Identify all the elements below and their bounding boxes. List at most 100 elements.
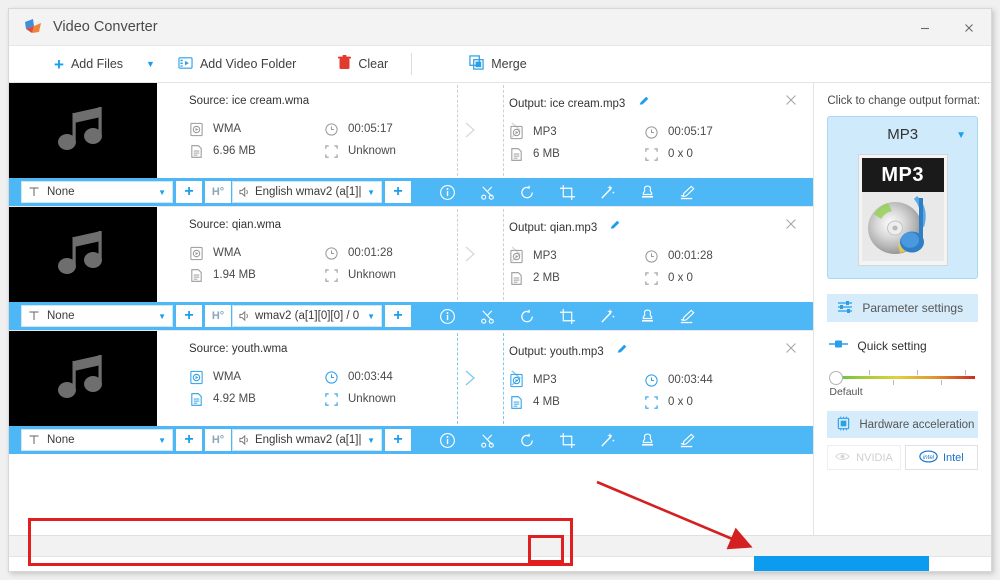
- format-thumbnail: MP3: [857, 154, 948, 266]
- hardsub-button[interactable]: H°: [205, 305, 231, 327]
- add-files-dropdown-caret[interactable]: ▼: [132, 46, 169, 82]
- cut-icon[interactable]: [467, 426, 507, 454]
- source-duration-cell: 00:03:44: [324, 370, 459, 385]
- add-audio-button[interactable]: +: [385, 181, 411, 203]
- quick-setting-row[interactable]: Quick setting: [829, 338, 991, 353]
- gpu-intel-label: Intel: [942, 451, 964, 464]
- source-meta: WMA 00:01:28 1.94 MB Unknown: [189, 242, 474, 286]
- chevron-down-icon[interactable]: ▼: [956, 130, 966, 141]
- edit-icon[interactable]: [667, 178, 707, 206]
- main-toolbar: + Add Files ▼ Add Video Folder Clear Mer…: [9, 46, 991, 83]
- audio-track-select[interactable]: English wmav2 (a[1]| ▼: [232, 181, 382, 203]
- effect-icon[interactable]: [587, 426, 627, 454]
- add-files-button[interactable]: + Add Files: [45, 46, 132, 82]
- output-folder-input[interactable]: C:\Users\Administrator\Desktop ▼: [125, 571, 557, 572]
- crop-icon[interactable]: [547, 302, 587, 330]
- source-format-cell: WMA: [189, 246, 324, 261]
- clear-button[interactable]: Clear: [329, 46, 397, 82]
- add-audio-button[interactable]: +: [385, 429, 411, 451]
- watermark-icon[interactable]: [627, 426, 667, 454]
- speaker-icon: [239, 434, 248, 446]
- hardsub-button[interactable]: H°: [205, 181, 231, 203]
- file-list: Source: ice cream.wma WMA 00:05:17 6.96 …: [9, 83, 814, 535]
- source-meta: WMA 00:03:44 4.92 MB Unknown: [189, 366, 474, 410]
- remove-file-button[interactable]: [783, 92, 799, 108]
- audio-track-value: wmav2 (a[1][0][0] / 0: [255, 310, 360, 322]
- output-size-cell: 2 MB: [509, 271, 644, 286]
- rotate-icon[interactable]: [507, 426, 547, 454]
- subtitle-icon: [29, 187, 39, 196]
- rotate-icon[interactable]: [507, 302, 547, 330]
- watermark-icon[interactable]: [627, 178, 667, 206]
- add-subtitle-button[interactable]: +: [176, 305, 202, 327]
- file-info: Source: youth.wma WMA 00:03:44 4.92 MB U…: [157, 331, 813, 426]
- folder-video-icon: [178, 56, 193, 73]
- main-content: Source: ice cream.wma WMA 00:05:17 6.96 …: [9, 83, 991, 535]
- intel-logo-icon: intel: [919, 449, 938, 466]
- cut-icon[interactable]: [467, 302, 507, 330]
- edit-icon[interactable]: [667, 302, 707, 330]
- source-size-cell: 1.94 MB: [189, 268, 324, 283]
- add-subtitle-button[interactable]: +: [176, 429, 202, 451]
- add-audio-button[interactable]: +: [385, 305, 411, 327]
- output-pane: Output: youth.mp3 MP3 00:03:44 4 MB 0 x …: [509, 331, 799, 426]
- subtitle-track-select[interactable]: None ▼: [21, 305, 173, 327]
- output-size: 6 MB: [533, 148, 560, 160]
- edit-icon[interactable]: [667, 426, 707, 454]
- remove-file-button[interactable]: [783, 216, 799, 232]
- file-row[interactable]: Source: qian.wma WMA 00:01:28 1.94 MB Un…: [9, 207, 814, 302]
- info-icon[interactable]: [427, 426, 467, 454]
- source-title: Source: ice cream.wma: [189, 95, 310, 107]
- close-button[interactable]: [947, 9, 991, 46]
- gpu-intel-option[interactable]: intel Intel: [904, 445, 979, 470]
- output-duration: 00:03:44: [668, 374, 713, 386]
- remove-file-button[interactable]: [783, 340, 799, 356]
- audio-track-select[interactable]: wmav2 (a[1][0][0] / 0 ▼: [232, 305, 382, 327]
- slider-handle[interactable]: [829, 371, 844, 385]
- output-title: Output: qian.mp3: [509, 222, 598, 234]
- rotate-icon[interactable]: [507, 178, 547, 206]
- subtitle-track-select[interactable]: None ▼: [21, 429, 173, 451]
- effect-icon[interactable]: [587, 302, 627, 330]
- output-resolution-cell: 0 x 0: [644, 395, 779, 410]
- rename-pencil-icon[interactable]: [616, 344, 628, 358]
- output-resolution-cell: 0 x 0: [644, 147, 779, 162]
- chevron-down-icon: ▼: [367, 187, 375, 197]
- nvidia-eye-icon: [835, 451, 851, 465]
- parameter-settings-label: Parameter settings: [862, 301, 964, 315]
- cut-icon[interactable]: [467, 178, 507, 206]
- add-subtitle-button[interactable]: +: [176, 181, 202, 203]
- watermark-icon[interactable]: [627, 302, 667, 330]
- file-icon: [511, 395, 522, 409]
- file-row[interactable]: Source: ice cream.wma WMA 00:05:17 6.96 …: [9, 83, 814, 178]
- crop-icon[interactable]: [547, 178, 587, 206]
- output-format: MP3: [533, 250, 557, 262]
- rename-pencil-icon[interactable]: [609, 220, 621, 234]
- subtitle-track-value: None: [47, 186, 75, 198]
- add-video-folder-label: Add Video Folder: [199, 57, 297, 71]
- audio-track-select[interactable]: English wmav2 (a[1]| ▼: [232, 429, 382, 451]
- hardware-acceleration-button[interactable]: Hardware acceleration: [827, 411, 978, 438]
- file-icon: [511, 147, 522, 161]
- subtitle-track-select[interactable]: None ▼: [21, 181, 173, 203]
- schedule-alarm-button[interactable]: [929, 556, 991, 571]
- slider-track: [833, 376, 976, 379]
- parameter-settings-button[interactable]: Parameter settings: [827, 294, 978, 322]
- info-icon[interactable]: [427, 178, 467, 206]
- output-size: 4 MB: [533, 396, 560, 408]
- file-item: Source: youth.wma WMA 00:03:44 4.92 MB U…: [9, 331, 814, 454]
- effect-icon[interactable]: [587, 178, 627, 206]
- gpu-nvidia-option[interactable]: NVIDIA: [827, 445, 901, 470]
- add-video-folder-button[interactable]: Add Video Folder: [169, 46, 305, 82]
- file-row[interactable]: Source: youth.wma WMA 00:03:44 4.92 MB U…: [9, 331, 814, 426]
- run-button[interactable]: Run: [754, 556, 929, 571]
- quality-slider[interactable]: Default: [829, 367, 976, 398]
- hardsub-button[interactable]: H°: [205, 429, 231, 451]
- crop-icon[interactable]: [547, 426, 587, 454]
- output-format-card[interactable]: MP3 ▼ MP3: [827, 116, 978, 279]
- rename-pencil-icon[interactable]: [638, 96, 650, 110]
- output-resolution: 0 x 0: [668, 396, 693, 408]
- minimize-button[interactable]: [903, 9, 947, 46]
- merge-button[interactable]: Merge: [460, 46, 535, 82]
- info-icon[interactable]: [427, 302, 467, 330]
